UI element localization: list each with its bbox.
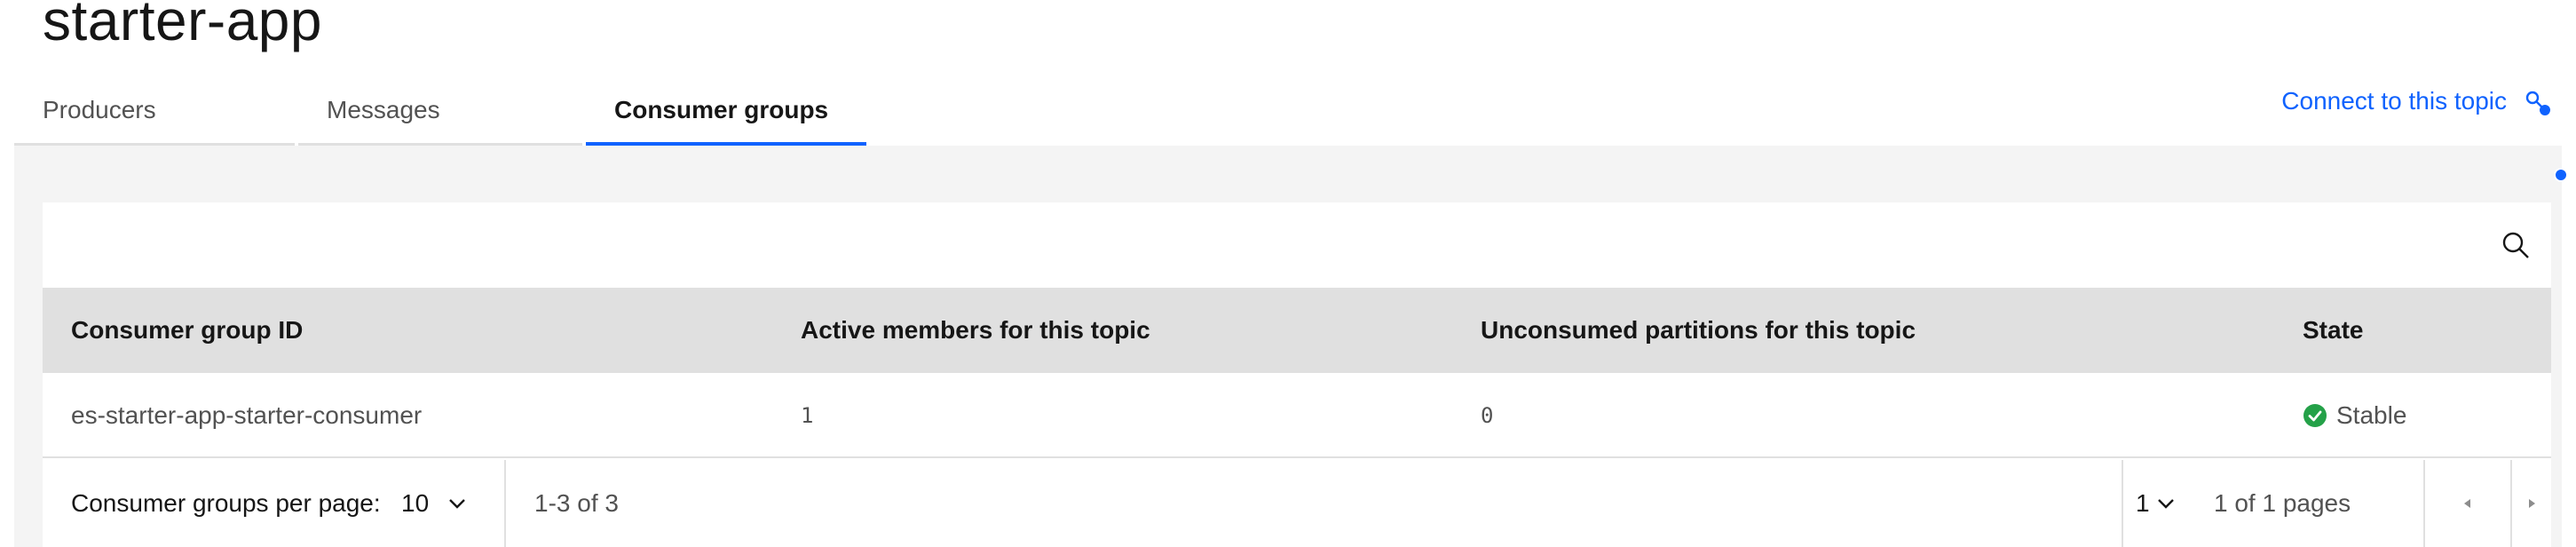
page-number-select[interactable]: 1 [2136, 460, 2177, 547]
unconsumed-partitions-cell: 0 [1481, 403, 1494, 428]
column-header-active-members: Active members for this topic [801, 316, 1150, 344]
tab-messages[interactable]: Messages [298, 83, 586, 146]
total-pages-text: 1 of 1 pages [2214, 489, 2351, 517]
divider [504, 460, 506, 547]
column-header-unconsumed-partitions: Unconsumed partitions for this topic [1481, 316, 1916, 344]
page-number-value: 1 [2136, 489, 2150, 517]
column-header-consumer-group-id: Consumer group ID [71, 316, 304, 344]
caret-left-icon [2464, 499, 2470, 508]
tab-consumer-groups[interactable]: Consumer groups [586, 83, 870, 146]
table-header: Consumer group ID Active members for thi… [43, 288, 2551, 373]
connect-to-topic-link[interactable]: Connect to this topic [2281, 87, 2507, 115]
state-label: Stable [2336, 401, 2407, 429]
items-per-page-select[interactable]: 10 [401, 460, 468, 547]
consumer-groups-table: Consumer group ID Active members for thi… [43, 202, 2551, 547]
next-page-button[interactable] [2512, 460, 2551, 547]
consumer-group-id-cell: es-starter-app-starter-consumer [71, 401, 423, 429]
connect-icon[interactable] [2525, 90, 2551, 116]
tab-list: Producers Messages Consumer groups [14, 83, 870, 146]
chevron-down-icon [2157, 499, 2174, 509]
active-members-cell: 1 [801, 403, 814, 428]
items-per-page-label: Consumer groups per page: [71, 489, 381, 517]
items-per-page-value: 10 [401, 489, 430, 517]
tab-label: Messages [327, 96, 440, 123]
tab-label: Consumer groups [614, 96, 829, 123]
tab-label: Producers [43, 96, 156, 123]
page-title: starter-app [43, 0, 322, 52]
chevron-down-icon [449, 499, 466, 509]
state-cell: Stable [2303, 373, 2406, 458]
scroll-indicator-icon[interactable] [2553, 167, 2569, 183]
caret-right-icon [2529, 499, 2535, 508]
pagination-bar: Consumer groups per page: 10 1-3 of 3 1 … [43, 460, 2551, 547]
previous-page-button[interactable] [2425, 460, 2510, 547]
table-row[interactable]: es-starter-app-starter-consumer 1 0 Stab… [43, 373, 2551, 458]
checkmark-filled-icon [2303, 404, 2327, 427]
divider [2122, 460, 2123, 547]
table-toolbar [43, 202, 2551, 288]
column-header-state: State [2303, 316, 2364, 344]
search-icon[interactable] [2500, 229, 2532, 261]
tab-producers[interactable]: Producers [14, 83, 298, 146]
items-range-text: 1-3 of 3 [534, 489, 619, 517]
